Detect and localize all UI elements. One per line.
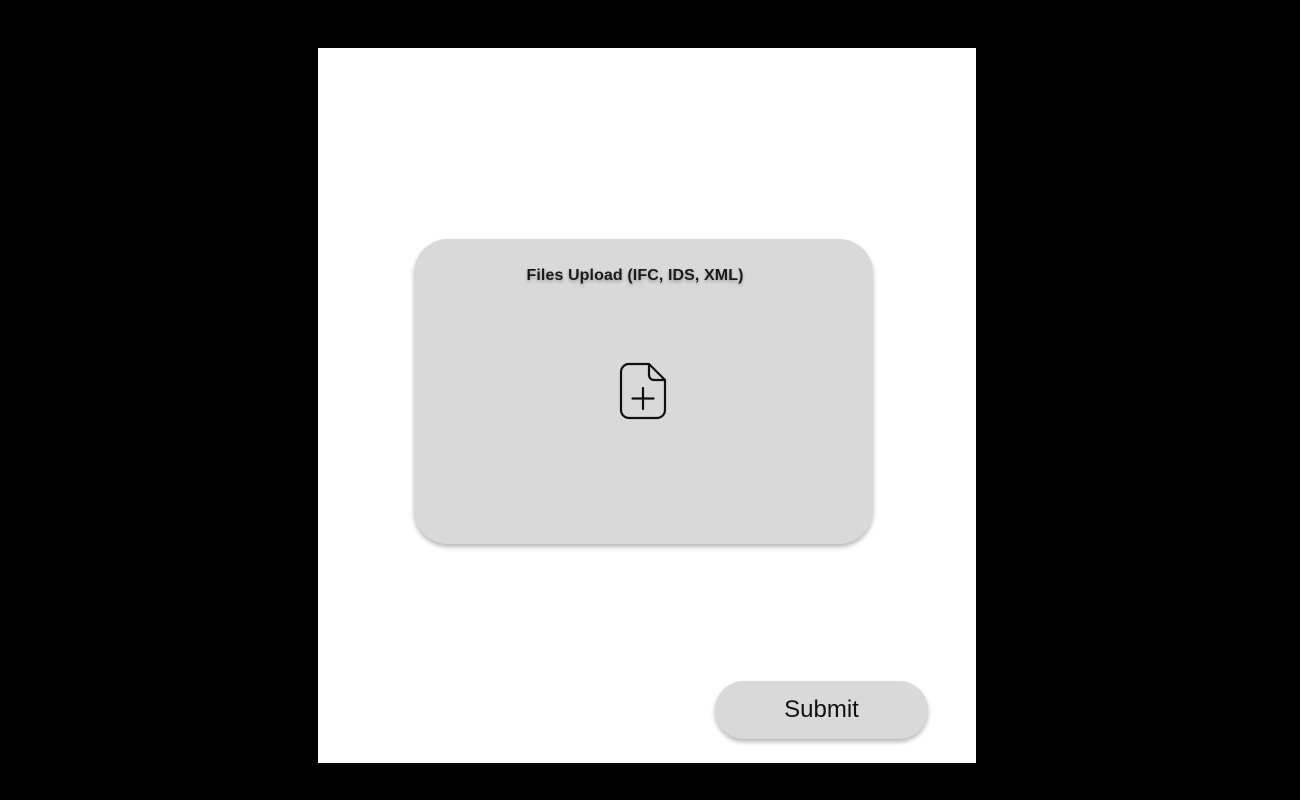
upload-page: Files Upload (IFC, IDS, XML) Submit: [318, 48, 976, 763]
submit-button[interactable]: Submit: [715, 681, 928, 739]
file-plus-icon[interactable]: [618, 361, 668, 421]
upload-title: Files Upload (IFC, IDS, XML): [526, 267, 744, 284]
file-upload-dropzone[interactable]: Files Upload (IFC, IDS, XML): [414, 239, 873, 544]
